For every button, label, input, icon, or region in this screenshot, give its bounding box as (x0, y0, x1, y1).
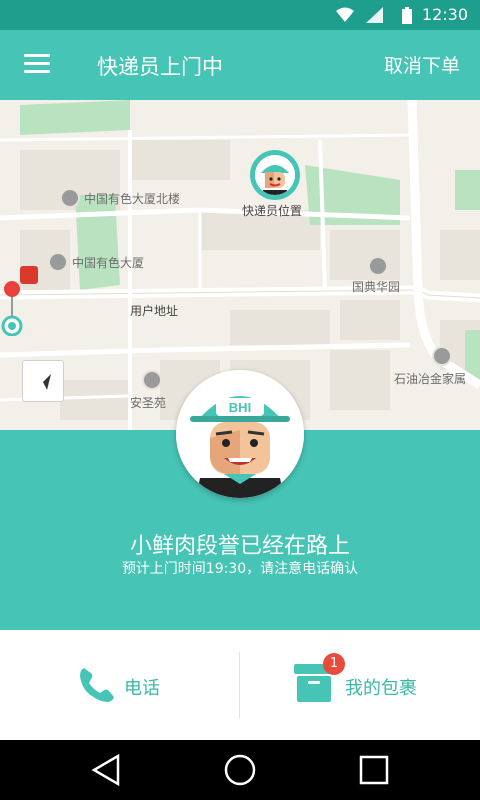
status-time: 12:30 (421, 5, 468, 24)
system-nav-bar (0, 740, 480, 800)
courier-avatar: BHI (176, 370, 304, 498)
signal-icon (366, 7, 383, 23)
poi-label: 中国有色大厦北楼 (84, 192, 181, 206)
phone-icon (80, 668, 114, 702)
building-icon (142, 370, 162, 390)
poi-label: 国典华园 (352, 280, 401, 294)
my-packages-label: 我的包裹 (345, 678, 417, 699)
courier-status-subtitle: 预计上门时间19:30，请注意电话确认 (121, 561, 359, 577)
cancel-order-button[interactable]: 取消下单 (384, 51, 460, 78)
poi-label: 石油冶金家属 (394, 372, 467, 386)
user-location-pin-icon[interactable] (0, 280, 24, 336)
courier-avatar-icon (255, 155, 295, 195)
courier-location-marker[interactable] (250, 150, 300, 200)
battery-icon (402, 7, 412, 24)
home-button[interactable] (210, 740, 270, 800)
building-icon (60, 188, 80, 208)
building-icon (432, 346, 452, 366)
menu-button[interactable] (24, 54, 50, 74)
call-button[interactable]: 电话 (0, 630, 239, 740)
page-title: 快递员上门中 (97, 55, 223, 79)
recents-button[interactable] (344, 740, 404, 800)
courier-portrait-icon: BHI (176, 370, 304, 498)
status-bar: 12:30 (0, 0, 480, 30)
app-bar: 快递员上门中 取消下单 (0, 30, 480, 100)
courier-status-title: 小鲜肉段誉已经在路上 (129, 534, 350, 559)
user-address-label: 用户地址 (130, 304, 179, 318)
back-button[interactable] (76, 740, 136, 800)
package-count-badge: 1 (323, 653, 345, 675)
courier-location-label: 快递员位置 (242, 204, 303, 218)
cap-text: BHI (229, 400, 251, 415)
poi-label: 中国有色大厦 (72, 256, 145, 270)
menu-icon (24, 54, 50, 57)
home-circle-icon (224, 754, 256, 786)
recents-square-icon (359, 755, 389, 785)
poi-label: 安圣苑 (130, 396, 167, 410)
wifi-icon (336, 7, 354, 22)
locate-me-button[interactable] (22, 360, 64, 402)
my-packages-button[interactable]: 我的包裹 (240, 630, 480, 740)
call-button-label: 电话 (124, 678, 160, 699)
navigation-arrow-icon (36, 374, 51, 390)
building-icon (48, 252, 68, 272)
action-bar: 电话 我的包裹 1 (0, 630, 480, 740)
building-icon (368, 256, 388, 276)
back-triangle-icon (91, 753, 120, 787)
